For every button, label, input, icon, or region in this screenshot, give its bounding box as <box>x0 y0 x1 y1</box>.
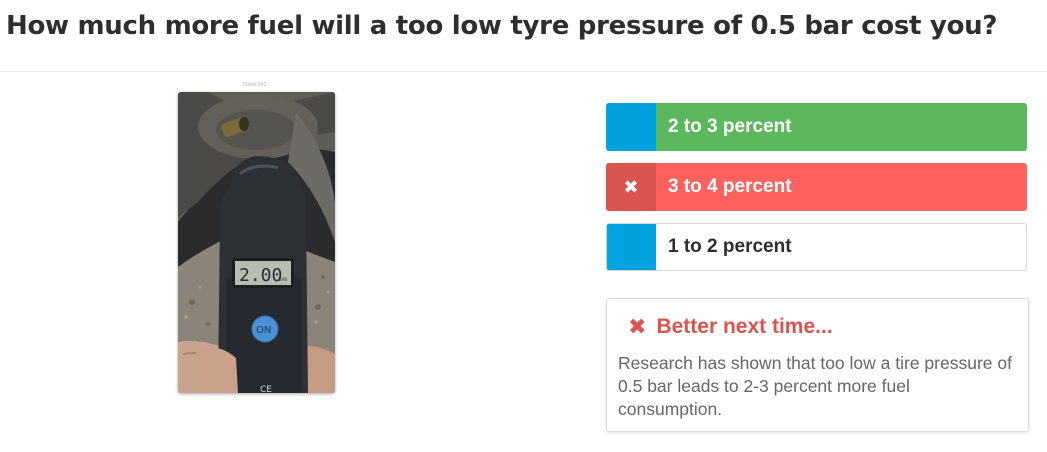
answer-marker <box>607 224 656 270</box>
answer-option-3[interactable]: 1 to 2 percent <box>606 223 1027 271</box>
question-photo: 2.00 BAR ON CE <box>178 92 335 393</box>
answer-label: 1 to 2 percent <box>668 236 792 257</box>
feedback-text: Research has shown that too low a tire p… <box>618 353 1012 419</box>
answer-marker <box>606 103 656 151</box>
answer-option-1[interactable]: 2 to 3 percent <box>606 103 1027 151</box>
feedback-heading-row: ✖ Better next time... <box>628 313 833 341</box>
answer-option-2[interactable]: ✖ 3 to 4 percent <box>606 163 1027 211</box>
photo-caption: iStock 842 <box>243 82 267 88</box>
quiz-page: How much more fuel will a too low tyre p… <box>0 0 1047 452</box>
feedback-panel: ✖ Better next time... Research has shown… <box>606 298 1029 432</box>
gauge-ce-mark: CE <box>260 385 272 393</box>
question-title: How much more fuel will a too low tyre p… <box>6 11 998 41</box>
close-x-icon: ✖ <box>628 314 647 339</box>
gauge-reading: 2.00 <box>239 265 282 286</box>
gauge-on-label: ON <box>256 325 271 336</box>
gauge-unit: BAR <box>279 277 287 282</box>
answer-label: 2 to 3 percent <box>668 116 792 137</box>
tyre-gauge-photo: 2.00 BAR ON CE <box>178 92 335 393</box>
answer-label: 3 to 4 percent <box>668 176 792 197</box>
header-divider <box>0 71 1047 72</box>
feedback-heading: Better next time... <box>656 315 833 338</box>
wrong-x-icon: ✖ <box>606 163 656 211</box>
